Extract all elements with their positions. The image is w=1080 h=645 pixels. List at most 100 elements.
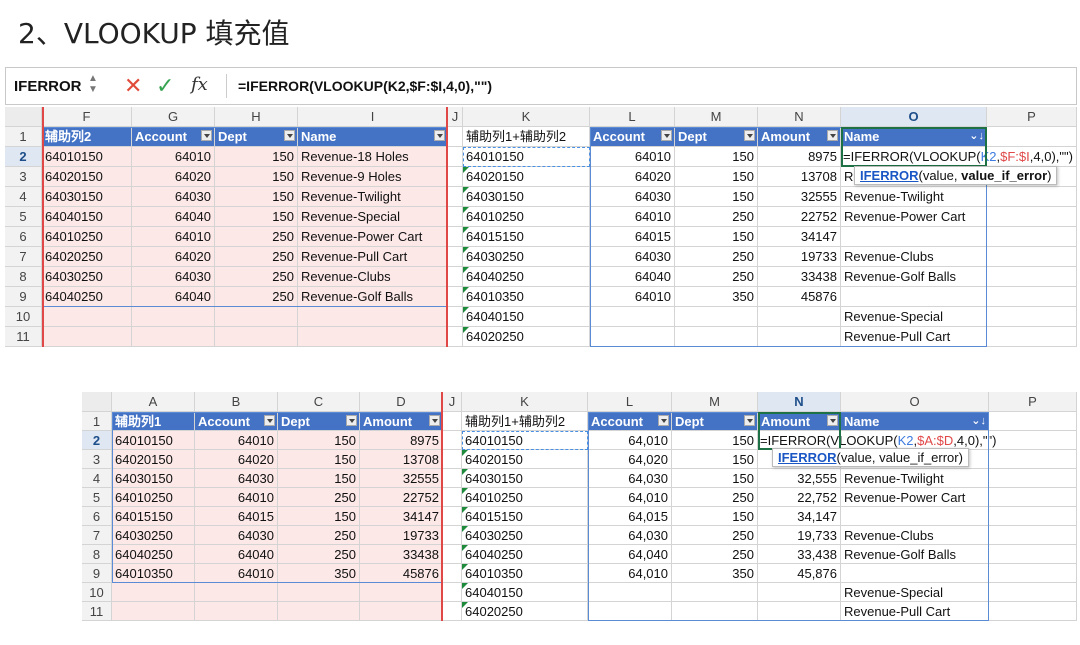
cell-J8[interactable] — [443, 545, 462, 564]
cell-G11[interactable] — [132, 327, 215, 347]
cell-A8[interactable]: 64040250 — [112, 545, 195, 564]
cell-M8[interactable]: 250 — [672, 545, 758, 564]
cell-J1[interactable] — [448, 127, 463, 147]
cell-M10[interactable] — [672, 583, 758, 602]
cell-L10[interactable] — [590, 307, 675, 327]
cell-K8[interactable]: 64040250 — [462, 545, 588, 564]
header-O[interactable]: Name ⌄↓ — [841, 412, 989, 431]
cell-M11[interactable] — [675, 327, 758, 347]
cell-L3[interactable]: 64,020 — [588, 450, 672, 469]
cell-H6[interactable]: 250 — [215, 227, 298, 247]
cell-I9[interactable]: Revenue-Golf Balls — [298, 287, 448, 307]
cell-P8[interactable] — [989, 545, 1077, 564]
row-header-3[interactable]: 3 — [5, 167, 42, 187]
filter-dropdown-icon[interactable] — [658, 415, 669, 426]
cell-N6[interactable]: 34,147 — [758, 507, 841, 526]
cell-J6[interactable] — [443, 507, 462, 526]
cell-C9[interactable]: 350 — [278, 564, 360, 583]
cell-B4[interactable]: 64030 — [195, 469, 278, 488]
cell-N10[interactable] — [758, 307, 841, 327]
cell-N9[interactable]: 45,876 — [758, 564, 841, 583]
cell-N7[interactable]: 19,733 — [758, 526, 841, 545]
col-header-B[interactable]: B — [195, 392, 278, 412]
row-header-7[interactable]: 7 — [82, 526, 112, 545]
filter-dropdown-icon[interactable] — [744, 415, 755, 426]
cell-A11[interactable] — [112, 602, 195, 621]
cell-G9[interactable]: 64040 — [132, 287, 215, 307]
cell-J8[interactable] — [448, 267, 463, 287]
cell-M7[interactable]: 250 — [675, 247, 758, 267]
cell-P11[interactable] — [987, 327, 1077, 347]
cell-F6[interactable]: 64010250 — [42, 227, 132, 247]
header-C[interactable]: Dept — [278, 412, 360, 431]
row-header-10[interactable]: 10 — [5, 307, 42, 327]
cell-H9[interactable]: 250 — [215, 287, 298, 307]
cell-J2[interactable] — [443, 431, 462, 450]
cell-J4[interactable] — [443, 469, 462, 488]
cell-B11[interactable] — [195, 602, 278, 621]
cell-K4[interactable]: 64030150 — [463, 187, 590, 207]
cell-O11[interactable]: Revenue-Pull Cart — [841, 327, 987, 347]
col-header-M[interactable]: M — [675, 107, 758, 127]
cell-O9[interactable] — [841, 564, 989, 583]
cell-O5[interactable]: Revenue-Power Cart — [841, 488, 989, 507]
cell-M3[interactable]: 150 — [672, 450, 758, 469]
cell-N11[interactable] — [758, 327, 841, 347]
row-header-3[interactable]: 3 — [82, 450, 112, 469]
function-icon[interactable]: fx — [191, 74, 208, 95]
cell-O10[interactable]: Revenue-Special — [841, 307, 987, 327]
col-header-O[interactable]: O — [841, 392, 989, 412]
cell-A9[interactable]: 64010350 — [112, 564, 195, 583]
row-header-1[interactable]: 1 — [82, 412, 112, 431]
cell-N8[interactable]: 33,438 — [758, 545, 841, 564]
col-header-C[interactable]: C — [278, 392, 360, 412]
header-K[interactable]: 辅助列1+辅助列2 — [463, 127, 590, 147]
header-F[interactable]: 辅助列2 — [42, 127, 132, 147]
cell-M9[interactable]: 350 — [675, 287, 758, 307]
cell-D5[interactable]: 22752 — [360, 488, 443, 507]
col-header-O[interactable]: O — [841, 107, 987, 127]
cell-J1[interactable] — [443, 412, 462, 431]
cell-O10[interactable]: Revenue-Special — [841, 583, 989, 602]
col-header-L[interactable]: L — [588, 392, 672, 412]
cell-L11[interactable] — [590, 327, 675, 347]
cell-K11[interactable]: 64020250 — [462, 602, 588, 621]
cell-K10[interactable]: 64040150 — [462, 583, 588, 602]
cell-P7[interactable] — [989, 526, 1077, 545]
cell-G3[interactable]: 64020 — [132, 167, 215, 187]
cell-O6[interactable] — [841, 507, 989, 526]
cell-C2[interactable]: 150 — [278, 431, 360, 450]
cell-M6[interactable]: 150 — [672, 507, 758, 526]
cell-N4[interactable]: 32555 — [758, 187, 841, 207]
cell-M7[interactable]: 250 — [672, 526, 758, 545]
row-header-1[interactable]: 1 — [5, 127, 42, 147]
cell-F4[interactable]: 64030150 — [42, 187, 132, 207]
cell-N5[interactable]: 22,752 — [758, 488, 841, 507]
cell-M4[interactable]: 150 — [675, 187, 758, 207]
cell-B6[interactable]: 64015 — [195, 507, 278, 526]
cell-P8[interactable] — [987, 267, 1077, 287]
cell-K2[interactable]: 64010150 — [462, 431, 588, 450]
filter-dropdown-icon[interactable] — [827, 130, 838, 141]
cell-M2[interactable]: 150 — [675, 147, 758, 167]
cell-L9[interactable]: 64010 — [590, 287, 675, 307]
cell-J11[interactable] — [443, 602, 462, 621]
cell-L5[interactable]: 64010 — [590, 207, 675, 227]
cell-A3[interactable]: 64020150 — [112, 450, 195, 469]
cell-P5[interactable] — [989, 488, 1077, 507]
cell-K5[interactable]: 64010250 — [463, 207, 590, 227]
cell-D4[interactable]: 32555 — [360, 469, 443, 488]
header-B[interactable]: Account — [195, 412, 278, 431]
cell-H3[interactable]: 150 — [215, 167, 298, 187]
col-header-G[interactable]: G — [132, 107, 215, 127]
col-header-L[interactable]: L — [590, 107, 675, 127]
cell-J10[interactable] — [443, 583, 462, 602]
cell-I11[interactable] — [298, 327, 448, 347]
row-header-2[interactable]: 2 — [82, 431, 112, 450]
cell-C7[interactable]: 250 — [278, 526, 360, 545]
header-L[interactable]: Account — [590, 127, 675, 147]
filter-dropdown-icon[interactable] — [434, 130, 445, 141]
filter-dropdown-icon[interactable] — [201, 130, 212, 141]
cell-P4[interactable] — [987, 187, 1077, 207]
col-header-P[interactable]: P — [989, 392, 1077, 412]
